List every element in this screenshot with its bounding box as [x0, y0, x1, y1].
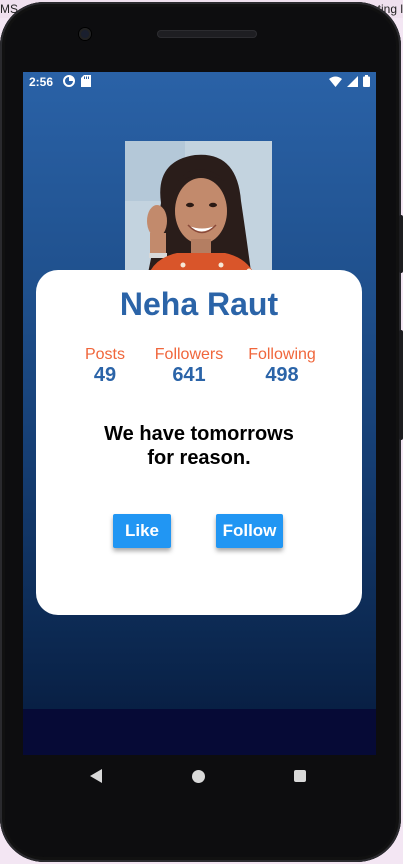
stat-following-label: Following	[248, 346, 316, 363]
stat-posts-value: 49	[93, 364, 117, 386]
stat-followers-value: 641	[172, 364, 206, 386]
status-icons-left	[63, 75, 91, 87]
stat-posts-label: Posts	[84, 346, 125, 363]
stat-followers: Followers 641	[146, 346, 232, 387]
sd-card-icon	[81, 75, 91, 87]
stat-following: Following 498	[240, 346, 324, 387]
profile-quote-line1: We have tomorrows	[104, 423, 294, 445]
back-icon[interactable]	[90, 769, 102, 783]
stat-followers-label: Followers	[154, 346, 224, 363]
follow-button[interactable]: Follow	[216, 514, 283, 548]
stat-posts: Posts 49	[74, 346, 136, 387]
system-nav-bar	[23, 755, 376, 797]
earpiece-speaker	[157, 30, 257, 38]
volume-button	[399, 330, 403, 440]
power-button	[399, 215, 403, 273]
home-icon[interactable]	[192, 770, 205, 783]
stat-following-value: 498	[265, 364, 299, 386]
status-bar: 2:56	[23, 72, 376, 92]
profile-card: Neha Raut Posts 49 Followers 641 Followi…	[36, 270, 362, 615]
phone-frame: 2:56 Neha Raut Posts 49 Followers 641 Fo…	[0, 0, 403, 864]
profile-quote-line2: for reason.	[147, 447, 251, 469]
app-screen: 2:56 Neha Raut Posts 49 Followers 641 Fo…	[23, 72, 376, 755]
profile-name: Neha Raut	[119, 286, 279, 322]
cell-signal-icon	[347, 75, 358, 87]
wifi-icon	[329, 76, 342, 87]
status-time: 2:56	[29, 75, 54, 89]
battery-icon	[363, 75, 370, 87]
data-saver-icon	[63, 75, 75, 87]
profile-photo-illustration	[125, 141, 272, 287]
bottom-band	[23, 709, 376, 755]
profile-photo	[125, 141, 272, 287]
profile-quote: We have tomorrows for reason.	[36, 422, 362, 470]
like-button[interactable]: Like	[113, 514, 171, 548]
status-icons-right	[329, 75, 370, 87]
recents-icon[interactable]	[294, 770, 306, 782]
front-camera	[79, 28, 91, 40]
